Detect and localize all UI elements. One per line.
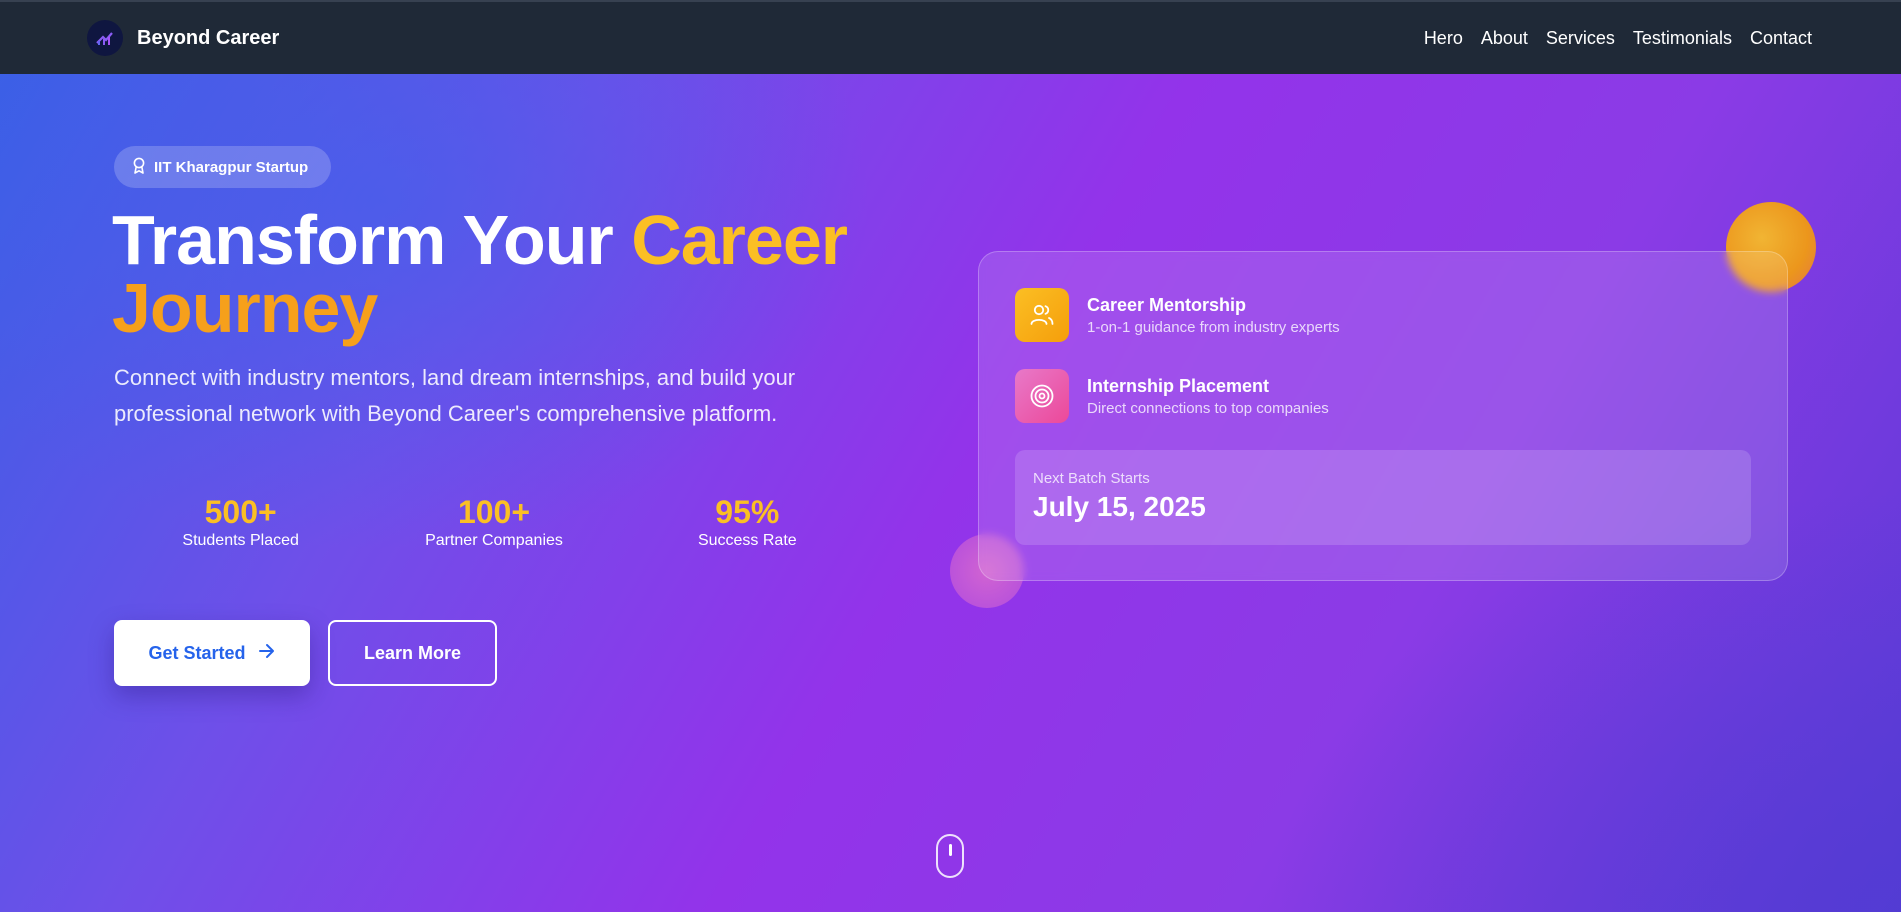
brand-name: Beyond Career (137, 26, 280, 49)
award-icon (132, 157, 146, 178)
next-batch-panel: Next Batch Starts July 15, 2025 (1015, 450, 1751, 545)
feature-description: 1-on-1 guidance from industry experts (1087, 319, 1340, 336)
navbar: Beyond Career Hero About Services Testim… (0, 0, 1901, 74)
stat-partners: 100+ Partner Companies (367, 494, 620, 550)
nav-links: Hero About Services Testimonials Contact (1424, 28, 1814, 49)
hero-headline: Transform Your Career Journey (112, 205, 912, 343)
get-started-button[interactable]: Get Started (114, 620, 310, 686)
feature-title: Career Mentorship (1087, 295, 1247, 315)
feature-description: Direct connections to top companies (1087, 400, 1329, 417)
stat-value: 100+ (457, 494, 531, 530)
stat-label: Partner Companies (425, 532, 563, 549)
feature-title: Internship Placement (1087, 376, 1270, 396)
learn-more-label: Learn More (363, 642, 462, 663)
badge-label: IIT Kharagpur Startup (154, 158, 309, 176)
nav-link-testimonials[interactable]: Testimonials (1633, 28, 1732, 49)
stat-label: Success Rate (697, 532, 797, 549)
stat-students: 500+ Students Placed (114, 494, 367, 550)
scroll-mouse-icon[interactable] (936, 834, 964, 878)
target-icon (1015, 369, 1069, 423)
batch-date: July 15, 2025 (1033, 491, 1206, 522)
stat-success: 95% Success Rate (621, 494, 874, 550)
nav-link-contact[interactable]: Contact (1750, 28, 1812, 49)
nav-link-services[interactable]: Services (1546, 28, 1615, 49)
logo-icon (87, 20, 123, 56)
stat-value: 500+ (204, 494, 277, 530)
startup-badge: IIT Kharagpur Startup (114, 146, 331, 188)
feature-text: Career Mentorship 1-on-1 guidance from i… (1087, 294, 1340, 336)
stat-label: Students Placed (182, 532, 299, 549)
hero-section: IIT Kharagpur Startup Transform Your Car… (0, 74, 1901, 912)
batch-label: Next Batch Starts (1033, 470, 1150, 487)
feature-career-mentorship: Career Mentorship 1-on-1 guidance from i… (1015, 288, 1340, 342)
headline-highlight: Career (631, 201, 848, 279)
nav-link-about[interactable]: About (1481, 28, 1528, 49)
nav-link-hero[interactable]: Hero (1424, 28, 1463, 49)
features-card: Career Mentorship 1-on-1 guidance from i… (978, 251, 1788, 581)
stat-value: 95% (715, 494, 780, 530)
get-started-label: Get Started (148, 642, 246, 663)
learn-more-button[interactable]: Learn More (328, 620, 497, 686)
scroll-wheel-dot (949, 844, 952, 856)
brand[interactable]: Beyond Career (87, 20, 279, 56)
stats-row: 500+ Students Placed 100+ Partner Compan… (114, 494, 874, 550)
users-icon (1015, 288, 1069, 342)
feature-text: Internship Placement Direct connections … (1087, 375, 1329, 417)
hero-subtext: Connect with industry mentors, land drea… (114, 365, 796, 426)
headline-highlight-2: Journey (112, 269, 378, 347)
feature-internship-placement: Internship Placement Direct connections … (1015, 369, 1329, 423)
headline-part1: Transform Your (112, 201, 632, 279)
arrow-right-icon (258, 643, 276, 664)
